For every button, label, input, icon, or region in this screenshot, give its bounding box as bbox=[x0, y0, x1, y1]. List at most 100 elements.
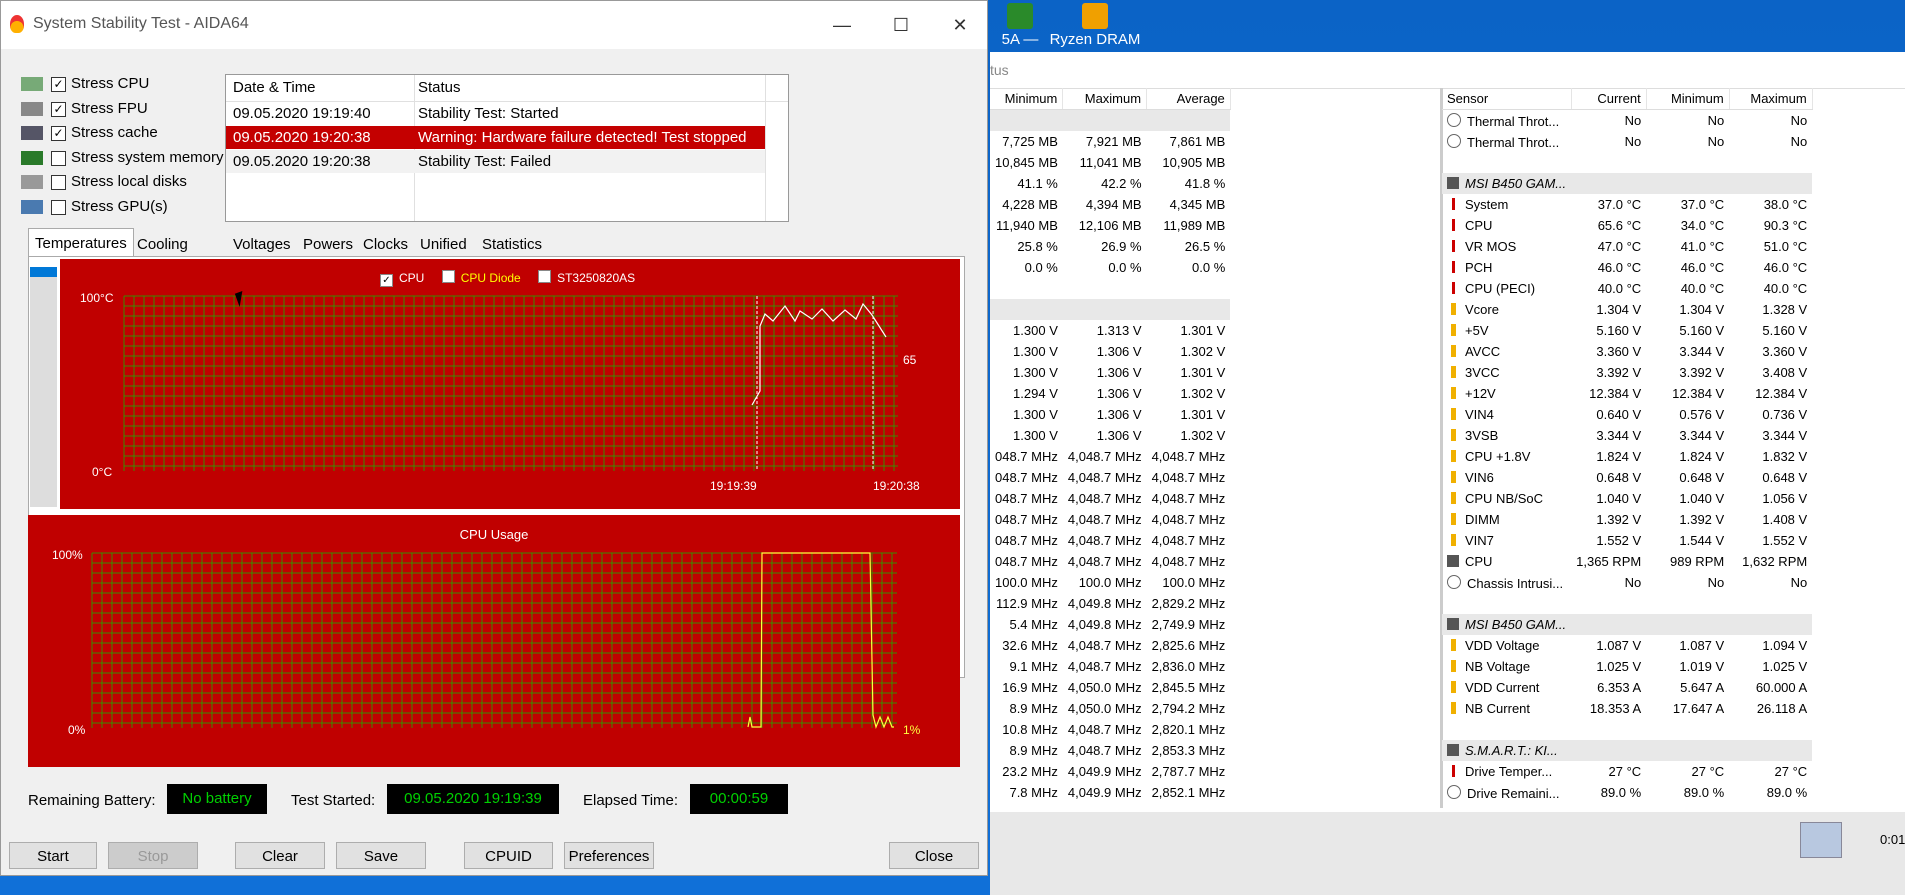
column-header[interactable]: Minimum bbox=[990, 88, 1064, 110]
table-row[interactable] bbox=[990, 109, 1231, 131]
sensor-row[interactable]: Thermal Throt... No No No bbox=[1442, 131, 1812, 152]
table-row[interactable]: 112.9 MHz 4,049.8 MHz 2,829.2 MHz bbox=[990, 593, 1230, 614]
network-icon[interactable] bbox=[1800, 822, 1842, 858]
sensor-row[interactable]: CPU 1,365 RPM 989 RPM 1,632 RPM bbox=[1442, 551, 1812, 572]
sensor-row[interactable]: VR MOS 47.0 °C 41.0 °C 51.0 °C bbox=[1442, 236, 1812, 257]
stress-option[interactable]: Stress local disks bbox=[21, 172, 231, 194]
sensor-row[interactable]: Drive Temper... 27 °C 27 °C 27 °C bbox=[1442, 761, 1812, 782]
table-row[interactable]: 7,725 MB 7,921 MB 7,861 MB bbox=[990, 131, 1230, 152]
maximize-button[interactable]: ☐ bbox=[877, 9, 925, 41]
sensor-row[interactable]: AVCC 3.360 V 3.344 V 3.360 V bbox=[1442, 341, 1812, 362]
log-header-datetime[interactable]: Date & Time bbox=[233, 79, 316, 96]
table-row[interactable]: 1.300 V 1.306 V 1.301 V bbox=[990, 404, 1230, 425]
column-header[interactable]: Minimum bbox=[1646, 88, 1730, 110]
sensor-row[interactable]: VIN6 0.648 V 0.648 V 0.648 V bbox=[1442, 467, 1812, 488]
sensor-row[interactable]: VDD Voltage 1.087 V 1.087 V 1.094 V bbox=[1442, 635, 1812, 656]
sensor-row[interactable]: NB Voltage 1.025 V 1.019 V 1.025 V bbox=[1442, 656, 1812, 677]
stress-checkbox[interactable]: ✓ bbox=[51, 126, 66, 141]
tab-voltages[interactable]: Voltages bbox=[226, 231, 298, 259]
tab-unified[interactable]: Unified bbox=[413, 231, 474, 259]
table-row[interactable]: 23.2 MHz 4,049.9 MHz 2,787.7 MHz bbox=[990, 761, 1230, 782]
table-row[interactable]: 4,228 MB 4,394 MB 4,345 MB bbox=[990, 194, 1230, 215]
log-row[interactable]: 09.05.2020 19:20:38 Stability Test: Fail… bbox=[226, 150, 765, 173]
table-row[interactable]: 1.294 V 1.306 V 1.302 V bbox=[990, 383, 1230, 404]
sensor-row[interactable] bbox=[1442, 152, 1812, 173]
tab-statistics[interactable]: Statistics bbox=[475, 231, 549, 259]
tab-temperatures[interactable]: Temperatures bbox=[28, 228, 134, 258]
sensor-row[interactable]: MSI B450 GAM... bbox=[1442, 614, 1813, 635]
sensor-row[interactable]: S.M.A.R.T.: KI... bbox=[1442, 740, 1813, 761]
hwinfo-left-table[interactable]: Minimum Maximum Average 7,725 MB 7,921 MB… bbox=[990, 88, 1443, 808]
stress-option[interactable]: Stress system memory bbox=[21, 148, 231, 170]
table-row[interactable] bbox=[990, 299, 1231, 320]
sensor-row[interactable]: 3VSB 3.344 V 3.344 V 3.344 V bbox=[1442, 425, 1812, 446]
stress-option[interactable]: ✓ Stress FPU bbox=[21, 99, 231, 121]
table-row[interactable]: 048.7 MHz 4,048.7 MHz 4,048.7 MHz bbox=[990, 530, 1230, 551]
close-button[interactable]: Close bbox=[889, 842, 979, 869]
log-row-selected[interactable]: 09.05.2020 19:20:38 Warning: Hardware fa… bbox=[226, 126, 765, 149]
minimize-button[interactable]: — bbox=[818, 9, 866, 41]
table-row[interactable]: 1.300 V 1.306 V 1.301 V bbox=[990, 362, 1230, 383]
desktop-icon-5a[interactable]: 5A — bbox=[990, 0, 1050, 50]
tab-clocks[interactable]: Clocks bbox=[356, 231, 415, 259]
column-header[interactable]: Sensor bbox=[1442, 88, 1572, 110]
preferences-button[interactable]: Preferences bbox=[564, 842, 654, 869]
cpuid-button[interactable]: CPUID bbox=[464, 842, 553, 869]
table-row[interactable]: 1.300 V 1.306 V 1.302 V bbox=[990, 341, 1230, 362]
table-row[interactable]: 16.9 MHz 4,050.0 MHz 2,845.5 MHz bbox=[990, 677, 1230, 698]
sensor-row[interactable]: CPU NB/SoC 1.040 V 1.040 V 1.056 V bbox=[1442, 488, 1812, 509]
column-header[interactable]: Current bbox=[1571, 88, 1647, 110]
graph-scrollbar[interactable] bbox=[30, 267, 57, 507]
stress-option[interactable]: ✓ Stress CPU bbox=[21, 74, 231, 96]
tab-powers[interactable]: Powers bbox=[296, 231, 360, 259]
table-row[interactable]: 048.7 MHz 4,048.7 MHz 4,048.7 MHz bbox=[990, 488, 1230, 509]
table-row[interactable]: 048.7 MHz 4,048.7 MHz 4,048.7 MHz bbox=[990, 467, 1230, 488]
table-row[interactable]: 11,940 MB 12,106 MB 11,989 MB bbox=[990, 215, 1230, 236]
close-window-button[interactable]: ✕ bbox=[936, 9, 984, 41]
sensor-row[interactable]: System 37.0 °C 37.0 °C 38.0 °C bbox=[1442, 194, 1812, 215]
sensor-row[interactable]: MSI B450 GAM... bbox=[1442, 173, 1813, 194]
sensor-row[interactable]: +5V 5.160 V 5.160 V 5.160 V bbox=[1442, 320, 1812, 341]
table-row[interactable]: 1.300 V 1.306 V 1.302 V bbox=[990, 425, 1230, 446]
event-log[interactable]: Date & Time Status 09.05.2020 19:19:40 S… bbox=[225, 74, 789, 222]
table-row[interactable]: 32.6 MHz 4,048.7 MHz 2,825.6 MHz bbox=[990, 635, 1230, 656]
table-row[interactable]: 10,845 MB 11,041 MB 10,905 MB bbox=[990, 152, 1230, 173]
stress-checkbox[interactable]: ✓ bbox=[51, 101, 66, 117]
sensor-row[interactable]: Drive Remaini... 89.0 % 89.0 % 89.0 % bbox=[1442, 782, 1812, 803]
table-row[interactable]: 25.8 % 26.9 % 26.5 % bbox=[990, 236, 1230, 257]
sensor-row[interactable]: VIN7 1.552 V 1.544 V 1.552 V bbox=[1442, 530, 1812, 551]
table-row[interactable]: 8.9 MHz 4,048.7 MHz 2,853.3 MHz bbox=[990, 740, 1230, 761]
sensor-row[interactable]: CPU 65.6 °C 34.0 °C 90.3 °C bbox=[1442, 215, 1812, 236]
sensor-row[interactable] bbox=[1442, 593, 1812, 614]
sensor-row[interactable] bbox=[1442, 719, 1812, 740]
scrollbar-thumb[interactable] bbox=[30, 267, 57, 277]
table-row[interactable]: 048.7 MHz 4,048.7 MHz 4,048.7 MHz bbox=[990, 509, 1230, 530]
table-row[interactable]: 100.0 MHz 100.0 MHz 100.0 MHz bbox=[990, 572, 1230, 593]
hwinfo-sensor-table[interactable]: Sensor Current Minimum Maximum Thermal T… bbox=[1442, 88, 1905, 808]
column-header[interactable]: Average bbox=[1146, 88, 1231, 110]
sensor-row[interactable]: Vcore 1.304 V 1.304 V 1.328 V bbox=[1442, 299, 1812, 320]
log-row[interactable]: 09.05.2020 19:19:40 Stability Test: Star… bbox=[226, 102, 765, 125]
stress-option[interactable]: Stress GPU(s) bbox=[21, 197, 231, 219]
log-header-status[interactable]: Status bbox=[418, 79, 461, 96]
stress-option[interactable]: ✓ Stress cache bbox=[21, 123, 231, 145]
stop-button[interactable]: Stop bbox=[108, 842, 198, 869]
table-row[interactable]: 9.1 MHz 4,048.7 MHz 2,836.0 MHz bbox=[990, 656, 1230, 677]
sensor-row[interactable]: +12V 12.384 V 12.384 V 12.384 V bbox=[1442, 383, 1812, 404]
sensor-row[interactable]: CPU +1.8V 1.824 V 1.824 V 1.832 V bbox=[1442, 446, 1812, 467]
sensor-row[interactable]: VIN4 0.640 V 0.576 V 0.736 V bbox=[1442, 404, 1812, 425]
clear-button[interactable]: Clear bbox=[235, 842, 325, 869]
start-button[interactable]: Start bbox=[9, 842, 97, 869]
column-header[interactable]: Maximum bbox=[1729, 88, 1813, 110]
sensor-row[interactable]: CPU (PECI) 40.0 °C 40.0 °C 40.0 °C bbox=[1442, 278, 1812, 299]
table-row[interactable]: 41.1 % 42.2 % 41.8 % bbox=[990, 173, 1230, 194]
sensor-row[interactable]: DIMM 1.392 V 1.392 V 1.408 V bbox=[1442, 509, 1812, 530]
sensor-row[interactable]: PCH 46.0 °C 46.0 °C 46.0 °C bbox=[1442, 257, 1812, 278]
stress-checkbox[interactable] bbox=[51, 199, 66, 215]
title-bar[interactable]: System Stability Test - AIDA64 — ☐ ✕ bbox=[1, 1, 987, 49]
sensor-row[interactable]: VDD Current 6.353 A 5.647 A 60.000 A bbox=[1442, 677, 1812, 698]
save-button[interactable]: Save bbox=[336, 842, 426, 869]
sensor-row[interactable]: Chassis Intrusi... No No No bbox=[1442, 572, 1812, 593]
table-row[interactable]: 048.7 MHz 4,048.7 MHz 4,048.7 MHz bbox=[990, 446, 1230, 467]
table-row[interactable]: 7.8 MHz 4,049.9 MHz 2,852.1 MHz bbox=[990, 782, 1230, 803]
